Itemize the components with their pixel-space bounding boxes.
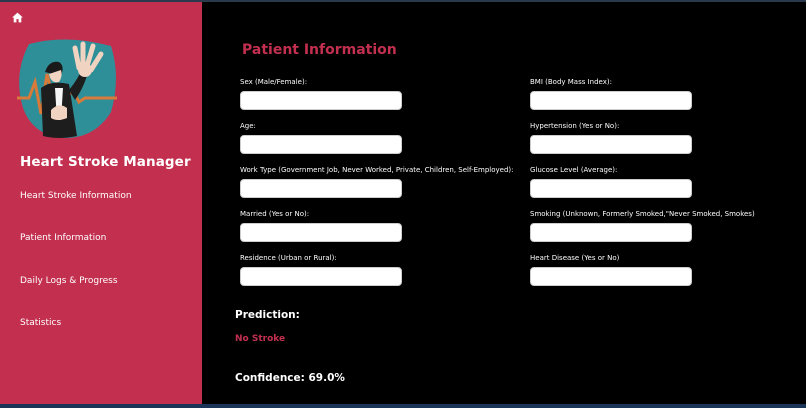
sidebar-item-statistics[interactable]: Statistics (20, 318, 61, 328)
glucose-level-label: Glucose Level (Average): (530, 166, 618, 174)
work-type-input[interactable] (240, 179, 402, 198)
work-type-label: Work Type (Government Job, Never Worked,… (240, 166, 514, 174)
home-icon[interactable] (11, 11, 24, 24)
prediction-label: Prediction: (235, 309, 300, 321)
heart-disease-label: Heart Disease (Yes or No) (530, 254, 620, 262)
residence-input[interactable] (240, 267, 402, 286)
bmi-input[interactable] (530, 91, 692, 110)
prediction-result: No Stroke (235, 334, 286, 344)
sidebar-item-patient-information[interactable]: Patient Information (20, 233, 106, 243)
app-title: Heart Stroke Manager (20, 154, 191, 170)
smoking-label: Smoking (Unknown, Formerly Smoked,"Never… (530, 210, 755, 218)
age-label: Age: (240, 122, 256, 130)
heart-disease-input[interactable] (530, 267, 692, 286)
page-title: Patient Information (242, 42, 397, 58)
hypertension-label: Hypertension (Yes or No): (530, 122, 620, 130)
glucose-level-input[interactable] (530, 179, 692, 198)
married-label: Married (Yes or No): (240, 210, 310, 218)
main-content: Patient Information Sex (Male/Female): A… (202, 2, 806, 404)
taskbar-edge (0, 404, 806, 408)
age-input[interactable] (240, 135, 402, 154)
bmi-label: BMI (Body Mass Index): (530, 78, 612, 86)
sidebar-item-daily-logs-progress[interactable]: Daily Logs & Progress (20, 276, 118, 286)
residence-label: Residence (Urban or Rural): (240, 254, 337, 262)
sidebar: Heart Stroke Manager Heart Stroke Inform… (0, 2, 202, 404)
smoking-input[interactable] (530, 223, 692, 242)
sex-label: Sex (Male/Female): (240, 78, 308, 86)
app-logo-illustration (17, 39, 117, 138)
sex-input[interactable] (240, 91, 402, 110)
married-input[interactable] (240, 223, 402, 242)
sidebar-item-heart-stroke-information[interactable]: Heart Stroke Information (20, 191, 132, 201)
hypertension-input[interactable] (530, 135, 692, 154)
confidence-readout: Confidence: 69.0% (235, 372, 345, 384)
